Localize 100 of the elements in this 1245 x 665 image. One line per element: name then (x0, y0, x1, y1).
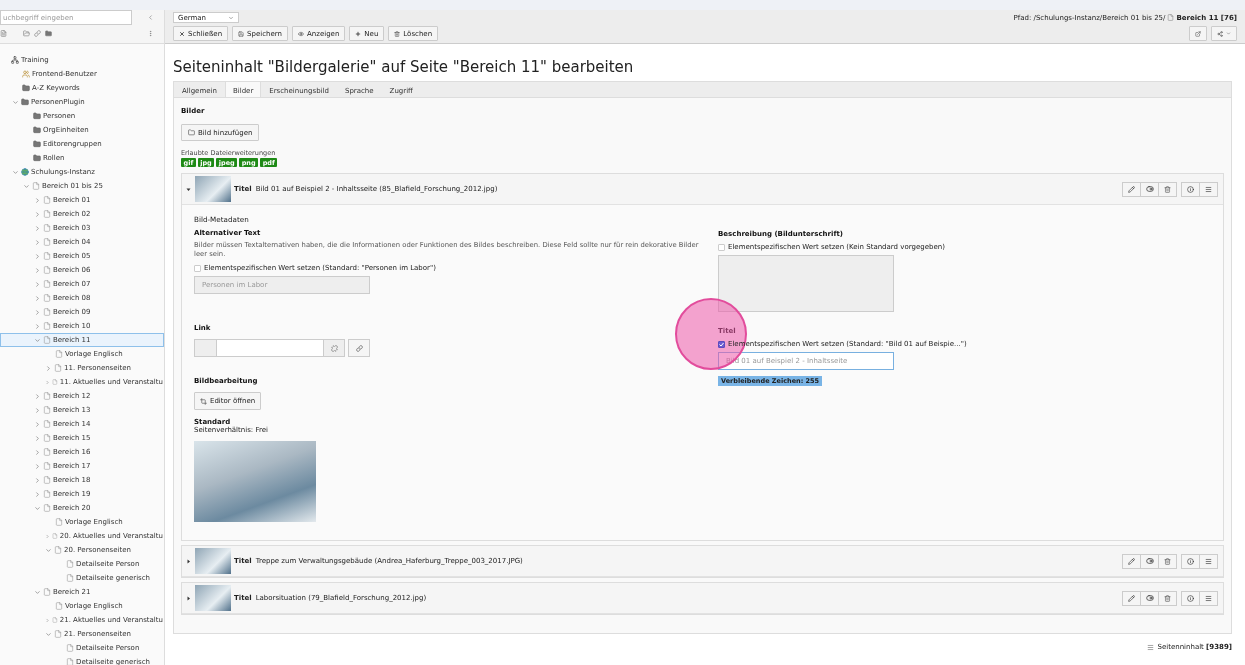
toggle-button[interactable] (1140, 181, 1159, 197)
info-icon (1187, 594, 1194, 602)
toggle-icon (1145, 557, 1154, 565)
page-icon (43, 280, 51, 288)
menu-icon (1205, 185, 1212, 193)
page-icon (43, 476, 51, 484)
page-icon (43, 406, 51, 414)
info-button[interactable] (1181, 553, 1200, 569)
page-icon (43, 210, 51, 218)
page-icon (54, 546, 62, 554)
page-icon (1167, 14, 1175, 21)
page-icon (43, 588, 51, 596)
info-icon (1187, 185, 1194, 193)
trash-icon (1164, 185, 1171, 193)
edit-button[interactable] (1122, 553, 1141, 569)
edit-button[interactable] (1122, 590, 1141, 606)
page-icon (43, 224, 51, 232)
caret-down-icon[interactable] (186, 186, 192, 192)
page-icon (43, 322, 51, 330)
save-icon (238, 30, 245, 37)
eye-icon (298, 30, 304, 37)
page-icon (43, 238, 51, 246)
page-icon (43, 504, 51, 512)
list-icon (1147, 643, 1155, 651)
external-link-icon (1195, 30, 1201, 37)
plus-icon (355, 30, 362, 37)
menu-icon (1205, 557, 1212, 565)
menu-button[interactable] (1199, 181, 1218, 197)
folder-icon (21, 98, 29, 106)
page-icon (52, 378, 58, 386)
users-folder-icon (22, 70, 30, 78)
page-icon (66, 574, 74, 582)
page-icon (43, 308, 51, 316)
link-icon (355, 344, 363, 352)
page-heading: Seiteninhalt "Bildergalerie" auf Seite "Bereich 11" bearbeiten (173, 58, 635, 76)
share-button[interactable] (1211, 26, 1237, 41)
info-button[interactable] (1181, 590, 1200, 606)
globe-icon (21, 168, 29, 176)
link-button[interactable] (348, 339, 370, 357)
trash-icon (1164, 557, 1171, 565)
link-field[interactable] (194, 339, 345, 357)
toggle-button[interactable] (1140, 590, 1159, 606)
link-icon[interactable] (34, 29, 41, 37)
collapse-icon[interactable] (147, 14, 154, 21)
page-icon (43, 392, 51, 400)
caret-right-icon[interactable] (186, 558, 192, 564)
chevron-down-icon (228, 14, 234, 21)
page-icon (52, 532, 58, 540)
info-button[interactable] (1181, 181, 1200, 197)
pencil-icon (1128, 185, 1135, 193)
menu-icon (1205, 594, 1212, 602)
share-icon (1217, 30, 1223, 37)
caret-right-icon[interactable] (186, 595, 192, 601)
page-icon (43, 294, 51, 302)
delete-button[interactable] (1158, 181, 1177, 197)
page-icon[interactable] (0, 29, 7, 37)
delete-button[interactable] (1158, 553, 1177, 569)
delete-button[interactable] (1158, 590, 1177, 606)
page-icon (43, 196, 51, 204)
page-icon (52, 616, 58, 624)
link-browser-button[interactable] (323, 340, 344, 356)
open-external-button[interactable] (1189, 26, 1207, 41)
page-icon (55, 350, 63, 358)
checkbox[interactable] (718, 340, 725, 348)
page-icon (54, 364, 62, 372)
page-icon (43, 462, 51, 470)
menu-button[interactable] (1199, 553, 1218, 569)
pencil-icon (1128, 594, 1135, 602)
page-icon (54, 630, 62, 638)
pencil-icon (1128, 557, 1135, 565)
page-icon (43, 490, 51, 498)
toggle-icon (1145, 185, 1154, 193)
thumbnail-placeholder (195, 176, 231, 202)
folder-icon (33, 154, 41, 162)
page-icon (43, 252, 51, 260)
folder-icon (188, 129, 195, 136)
page-icon (55, 518, 63, 526)
folder-icon (33, 112, 41, 120)
trash-icon (394, 30, 401, 37)
page-icon (43, 336, 51, 344)
toggle-icon (1145, 594, 1154, 602)
folder-icon[interactable] (23, 29, 30, 37)
info-icon (1187, 557, 1194, 565)
menu-button[interactable] (1199, 590, 1218, 606)
caret-icon (1226, 31, 1231, 36)
folder-icon (33, 140, 41, 148)
thumbnail-placeholder (195, 585, 231, 611)
page-icon (43, 420, 51, 428)
page-icon (66, 658, 74, 665)
crop-icon (200, 397, 207, 405)
trash-icon (1164, 594, 1171, 602)
page-icon (43, 448, 51, 456)
folder-icon[interactable] (45, 29, 52, 37)
sitemap-icon (11, 56, 19, 64)
unlink-icon (330, 344, 338, 352)
toggle-button[interactable] (1140, 553, 1159, 569)
folder-icon (33, 126, 41, 134)
edit-button[interactable] (1122, 181, 1141, 197)
page-icon (55, 602, 63, 610)
page-icon (32, 182, 40, 190)
